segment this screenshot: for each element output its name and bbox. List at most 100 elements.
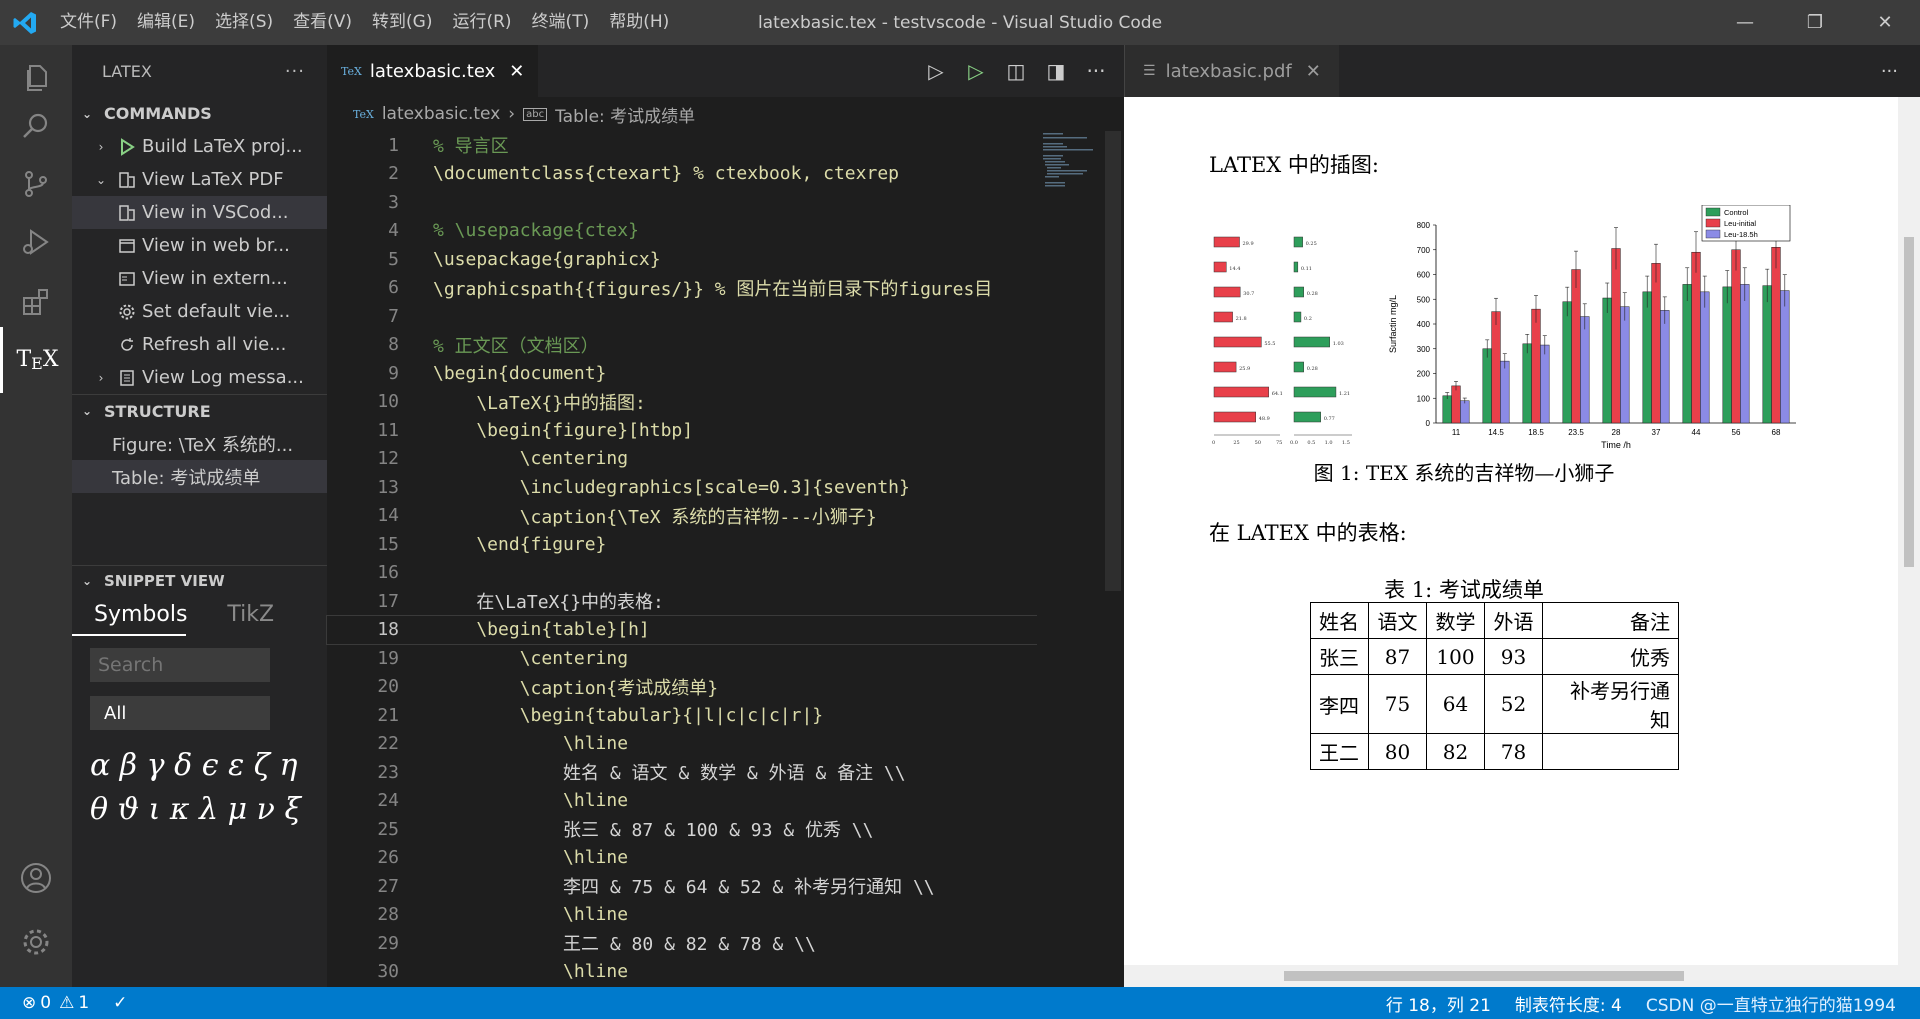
chevron-down-icon: ⌄ [82,106,93,121]
more-actions-icon[interactable]: ··· [285,61,305,82]
code-line[interactable]: 14 \caption{\TeX 系统的吉祥物---小狮子} [327,502,1037,531]
warning-count[interactable]: 1 [78,993,89,1013]
code-line[interactable]: 16 [327,559,1037,588]
view-pdf-icon[interactable]: ◫ [996,59,1036,83]
tab-latexbasic-pdf[interactable]: ☰ latexbasic.pdf ✕ [1125,45,1339,97]
tab-latexbasic-tex[interactable]: TeX latexbasic.tex ✕ [327,45,539,97]
symbol-search-input[interactable] [98,654,268,676]
legend-swatch [1705,218,1721,228]
code-line[interactable]: 11 \begin{figure}[htbp] [327,416,1037,445]
menu-go[interactable]: 转到(G) [362,0,442,45]
minimap[interactable] [1037,131,1107,987]
close-tab-icon[interactable]: ✕ [509,61,524,82]
code-line[interactable]: 24 \hline [327,787,1037,816]
code-line[interactable]: 6 \graphicspath{{figures/}} % 图片在当前目录下的fi… [327,274,1037,303]
code-line[interactable]: 26 \hline [327,844,1037,873]
restore-icon[interactable]: ❐ [1780,0,1850,45]
chart-bar [1780,290,1790,424]
editor-scrollbar[interactable] [1105,131,1121,591]
code-line[interactable]: 4 % \usepackage{ctex} [327,217,1037,246]
y-tick-label: 100 [1417,394,1431,403]
build-icon[interactable]: ▷ [956,59,996,83]
command-refresh-viewers[interactable]: Refresh all vie... [72,328,327,361]
command-view-in-external[interactable]: View in extern... [72,262,327,295]
code-line[interactable]: 1 % 导言区 [327,131,1037,160]
pdf-horizontal-scrollbar[interactable] [1124,965,1898,987]
code-line[interactable]: 12 \centering [327,445,1037,474]
search-icon[interactable] [0,93,72,159]
code-line[interactable]: 17 在\LaTeX{}中的表格: [327,587,1037,616]
tab-tikz[interactable]: TikZ [227,602,274,627]
code-line[interactable]: 9 \begin{document} [327,359,1037,388]
code-line[interactable]: 22 \hline [327,730,1037,759]
structure-section-header[interactable]: ⌄ STRUCTURE [72,394,327,427]
error-icon[interactable]: ⊗ [22,993,36,1013]
code-line[interactable]: 23 姓名 & 语文 & 数学 & 外语 & 备注 \\ [327,758,1037,787]
tab-symbols[interactable]: Symbols [94,602,187,627]
source-control-icon[interactable] [0,151,72,217]
command-view-latex-pdf[interactable]: ⌄ View LaTeX PDF [72,163,327,196]
extensions-icon[interactable] [0,269,72,335]
code-line[interactable]: 5 \usepackage{graphicx} [327,245,1037,274]
error-count[interactable]: 0 [40,993,51,1013]
command-set-default-viewer[interactable]: Set default vie... [72,295,327,328]
snippet-view-header[interactable]: ⌄ SNIPPET VIEW [72,566,327,596]
menu-selection[interactable]: 选择(S) [205,0,283,45]
code-line[interactable]: 19 \centering [327,644,1037,673]
menu-terminal[interactable]: 终端(T) [522,0,600,45]
tab-size[interactable]: 制表符长度: 4 [1515,991,1622,1016]
structure-item-table[interactable]: Table: 考试成绩单 [72,460,327,493]
command-build-latex[interactable]: › Build LaTeX proj... [72,130,327,163]
y-tick-label: 700 [1417,246,1431,255]
code-line[interactable]: 30 \hline [327,958,1037,987]
menu-edit[interactable]: 编辑(E) [127,0,205,45]
code-line[interactable]: 20 \caption{考试成绩单} [327,673,1037,702]
code-line[interactable]: 2 \documentclass{ctexart} % ctexbook, cte… [327,160,1037,189]
pdf-vertical-scrollbar[interactable] [1898,97,1920,987]
code-line[interactable]: 10 \LaTeX{}中的插图: [327,388,1037,417]
symbol-filter-select[interactable]: All [90,696,270,730]
code-line[interactable]: 27 李四 & 75 & 64 & 52 & 补考另行通知 \\ [327,872,1037,901]
pdf-page[interactable]: LATEX 中的插图: 29.9 0.25 14.4 0.11 30.7 0.28 21.8… [1124,97,1920,987]
code-line[interactable]: 21 \begin{tabular}{|l|c|c|c|r|} [327,701,1037,730]
code-line[interactable]: 8 % 正文区（文档区） [327,331,1037,360]
code-line[interactable]: 29 王二 & 80 & 82 & 78 & \\ [327,929,1037,958]
code-line[interactable]: 28 \hline [327,901,1037,930]
run-debug-icon[interactable] [0,209,72,275]
code-line[interactable]: 18 \begin{table}[h] [326,614,1038,645]
more-actions-icon[interactable]: ··· [1881,61,1898,82]
split-editor-icon[interactable]: ◨ [1036,59,1076,83]
commands-section-header[interactable]: ⌄ COMMANDS [72,97,327,130]
latex-workshop-icon[interactable]: TEX [0,327,72,393]
run-icon[interactable]: ▷ [916,59,956,83]
code-line[interactable]: 15 \end{figure} [327,530,1037,559]
menu-help[interactable]: 帮助(H) [599,0,679,45]
chart-bar [1293,386,1337,398]
code-editor[interactable]: 1 % 导言区 2 \documentclass{ctexart} % ctexboo… [326,131,1038,987]
code-line[interactable]: 3 [327,188,1037,217]
command-view-in-browser[interactable]: View in web br... [72,229,327,262]
code-line[interactable]: 13 \includegraphics[scale=0.3]{seventh} [327,473,1037,502]
close-icon[interactable]: ✕ [1850,0,1920,45]
cursor-position[interactable]: 行 18，列 21 [1386,991,1491,1016]
warning-icon[interactable]: ⚠ [59,993,74,1013]
breadcrumb-symbol[interactable]: Table: 考试成绩单 [555,102,695,127]
code-line[interactable]: 7 [327,302,1037,331]
check-icon[interactable]: ✓ [113,993,127,1013]
command-view-log[interactable]: › View Log messa... [72,361,327,394]
breadcrumb-file[interactable]: latexbasic.tex [382,104,500,124]
code-line[interactable]: 25 张三 & 87 & 100 & 93 & 优秀 \\ [327,815,1037,844]
menu-view[interactable]: 查看(V) [283,0,362,45]
account-icon[interactable] [0,845,72,911]
structure-item-figure[interactable]: Figure: \TeX 系统的... [72,427,327,460]
more-actions-icon[interactable]: ··· [1076,59,1116,83]
settings-gear-icon[interactable] [0,909,72,975]
close-tab-icon[interactable]: ✕ [1306,61,1321,82]
symbol-row[interactable]: α β γ δ ϵ ε ζ η [90,744,327,788]
menu-run[interactable]: 运行(R) [442,0,521,45]
minimize-icon[interactable]: — [1710,0,1780,45]
symbol-row[interactable]: θ ϑ ι κ λ μ ν ξ [90,788,327,832]
menu-file[interactable]: 文件(F) [50,0,127,45]
command-view-in-vscode[interactable]: View in VSCod... [72,196,327,229]
table-cell: 80 [1368,733,1427,770]
